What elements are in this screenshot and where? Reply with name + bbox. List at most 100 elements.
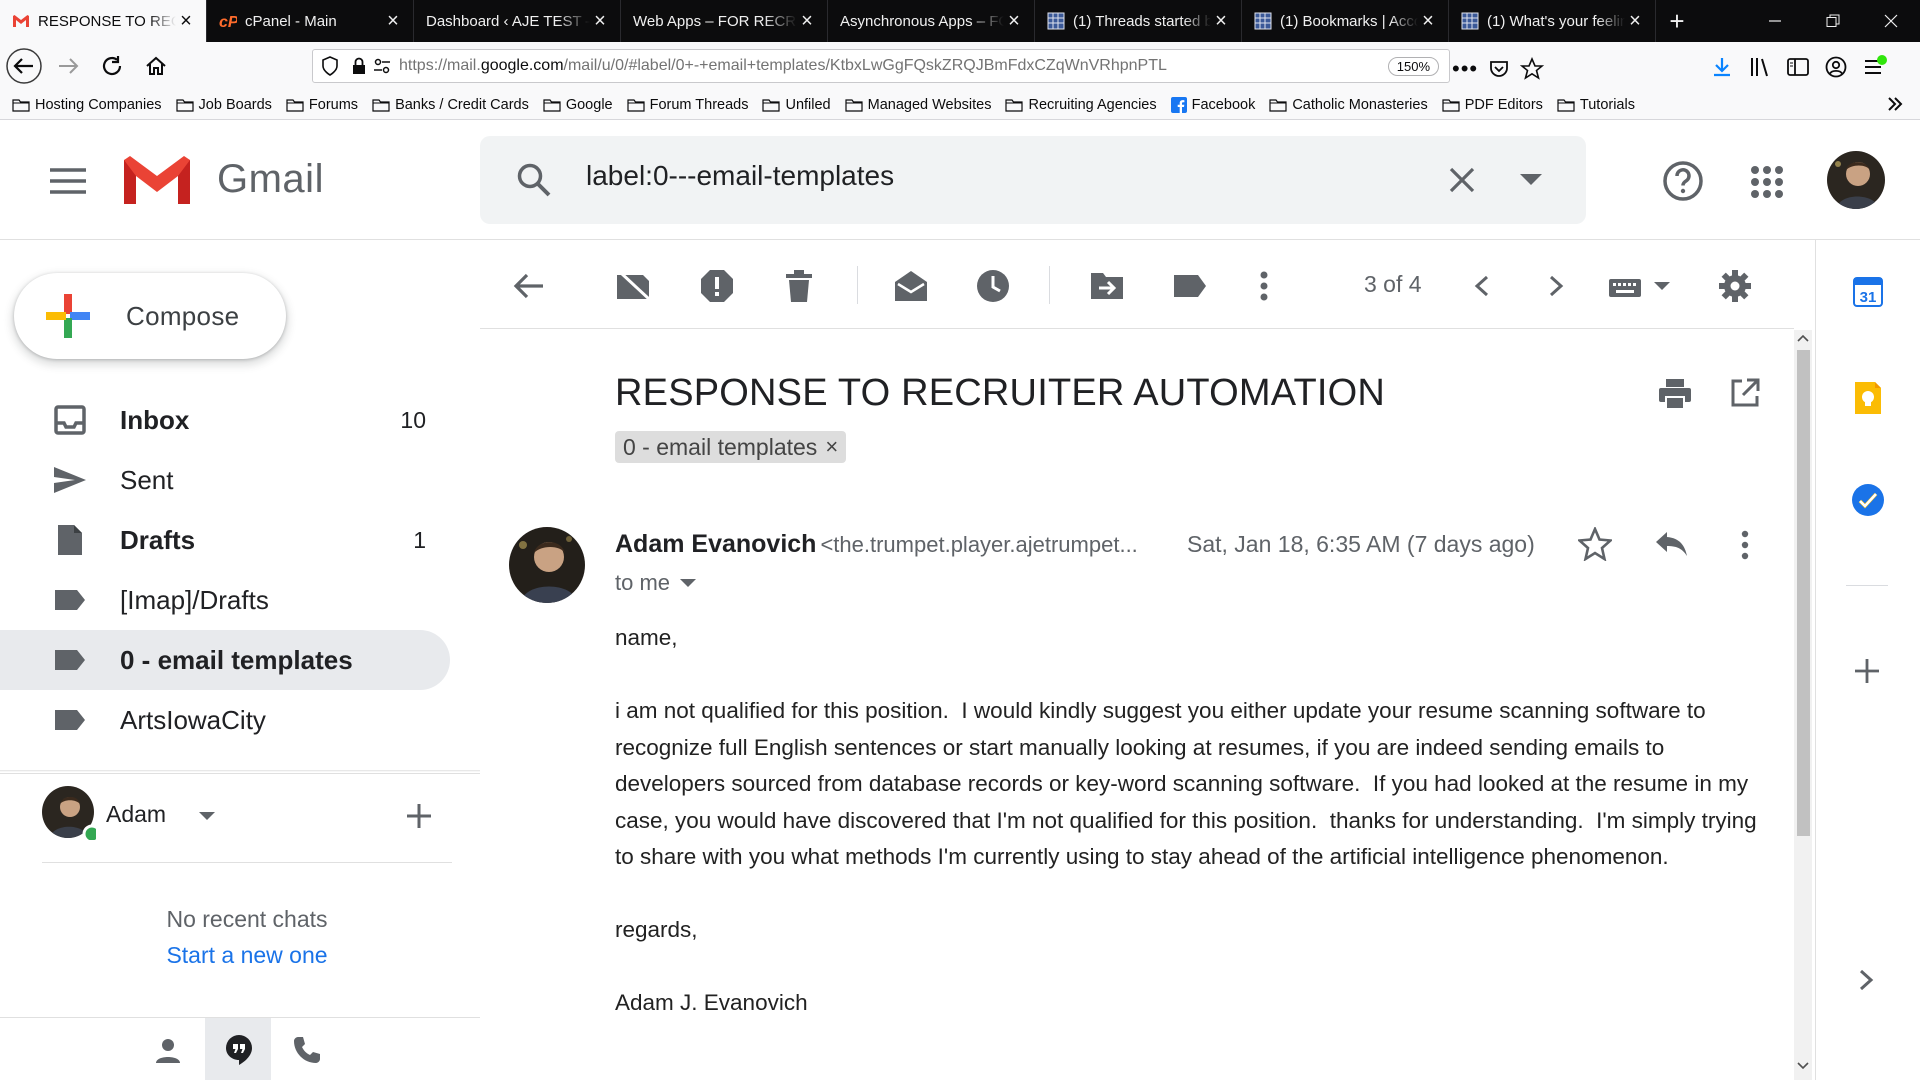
bookmarks-overflow-icon[interactable] [1885,94,1905,114]
more-options-icon[interactable] [1244,266,1284,306]
browser-tab[interactable]: (1) Threads started by me× [1035,0,1242,42]
search-icon[interactable] [516,162,552,198]
permissions-icon[interactable] [373,57,391,75]
zoom-indicator[interactable]: 150% [1387,56,1439,76]
sender-name[interactable]: Adam Evanovich [615,530,816,558]
star-icon[interactable] [1578,527,1612,561]
phone-icon[interactable] [292,1035,322,1065]
bookmark-item[interactable]: Recruiting Agencies [1005,97,1157,113]
sidebar-item[interactable]: [Imap]/Drafts [0,570,450,630]
url-bar[interactable]: https://mail.google.com/mail/u/0/#label/… [312,49,1450,83]
apps-grid-icon[interactable] [1750,165,1784,199]
browser-tab[interactable]: Asynchronous Apps – FOR RECRUITERS× [828,0,1035,42]
close-tab-icon[interactable]: × [1625,11,1645,31]
search-input[interactable]: label:0---email-templates [586,160,894,192]
compose-button[interactable]: Compose [14,273,286,359]
label-chip[interactable]: 0 - email templates × [615,431,847,463]
bookmark-item[interactable]: Google [543,97,613,113]
new-tab-button[interactable]: + [1656,0,1698,42]
close-tab-icon[interactable]: × [383,11,403,31]
start-new-chat-link[interactable]: Start a new one [0,942,494,969]
chat-user-avatar[interactable] [42,786,96,840]
contacts-icon[interactable] [154,1036,182,1064]
browser-tab[interactable]: Web Apps – FOR RECRUITERS× [621,0,828,42]
bookmark-item[interactable]: Tutorials [1557,97,1635,113]
reply-icon[interactable] [1654,530,1688,558]
browser-tab[interactable]: Dashboard ‹ AJE TEST — WordPress× [414,0,621,42]
reload-button[interactable] [92,46,132,86]
help-icon[interactable] [1662,160,1704,202]
search-box[interactable]: label:0---email-templates [480,136,1586,224]
browser-tab[interactable]: (1) What's your feeling × [1449,0,1656,42]
recipients-toggle[interactable]: to me [615,570,697,596]
sender-avatar[interactable] [509,527,585,603]
print-icon[interactable] [1658,378,1692,410]
download-icon[interactable] [1710,55,1734,79]
restore-button[interactable] [1804,0,1862,42]
delete-icon[interactable] [779,266,819,306]
browser-tab[interactable]: cP cPanel - Main × [207,0,414,42]
close-tab-icon[interactable]: × [1211,11,1231,31]
close-tab-icon[interactable]: × [1418,11,1438,31]
close-tab-icon[interactable]: × [797,11,817,31]
report-spam-icon[interactable] [697,266,737,306]
scrollbar-thumb[interactable] [1797,350,1810,836]
bookmark-item[interactable]: Banks / Credit Cards [372,97,529,113]
recipients-dropdown-icon[interactable] [680,578,697,588]
chat-status-dropdown-icon[interactable] [199,812,215,821]
account-icon[interactable] [1824,55,1848,79]
calendar-icon[interactable]: 31 [1853,275,1883,307]
scroll-up-icon[interactable] [1797,334,1809,342]
more-actions-icon[interactable]: ••• [1452,56,1478,82]
close-window-button[interactable] [1862,0,1920,42]
remove-label-icon[interactable]: × [825,434,838,460]
mark-unread-icon[interactable] [891,266,931,306]
shield-icon[interactable] [321,56,339,76]
newer-message-icon[interactable] [1462,266,1502,306]
clear-search-icon[interactable] [1448,166,1476,194]
labels-icon[interactable] [1170,266,1210,306]
url-text[interactable]: https://mail.google.com/mail/u/0/#label/… [399,57,1388,75]
move-to-icon[interactable] [1087,266,1127,306]
bookmark-item[interactable]: Hosting Companies [12,97,162,113]
forward-button[interactable] [48,46,88,86]
bookmark-item[interactable]: Job Boards [175,97,272,113]
get-addons-plus-icon[interactable] [1854,658,1880,684]
message-more-icon[interactable] [1740,530,1750,560]
back-to-list-icon[interactable] [509,266,549,306]
tasks-icon[interactable] [1851,483,1885,517]
close-tab-icon[interactable]: × [176,11,196,31]
library-icon[interactable] [1748,55,1772,79]
sidebar-item[interactable]: Sent [0,450,450,510]
search-options-icon[interactable] [1520,174,1542,186]
older-message-icon[interactable] [1536,266,1576,306]
input-tools-icon[interactable] [1608,278,1642,298]
expand-panel-icon[interactable] [1858,969,1874,991]
home-button[interactable] [136,46,176,86]
new-chat-plus-icon[interactable] [406,803,432,829]
browser-tab[interactable]: (1) Bookmarks | Account× [1242,0,1449,42]
back-button[interactable] [4,46,44,86]
snooze-icon[interactable] [973,266,1013,306]
sidebar-item[interactable]: Inbox 10 [0,390,450,450]
close-tab-icon[interactable]: × [590,11,610,31]
browser-tab[interactable]: RESPONSE TO RECRUITER AUTOMATION× [0,0,207,42]
bookmark-item[interactable]: Unfiled [762,97,831,113]
main-menu-icon[interactable] [46,164,90,198]
bookmark-item[interactable]: Forum Threads [627,97,748,113]
bookmark-item[interactable]: Forums [286,97,358,113]
bookmark-item[interactable]: Catholic Monasteries [1269,97,1428,113]
hangouts-icon[interactable] [224,1034,254,1066]
archive-icon[interactable] [613,266,653,306]
input-tools-dropdown-icon[interactable] [1654,282,1670,291]
gmail-logo-icon[interactable] [120,152,194,208]
chat-user-name[interactable]: Adam [106,801,166,828]
sidebar-item[interactable]: ArtsIowaCity [0,690,450,750]
bookmark-item[interactable]: Managed Websites [845,97,991,113]
open-new-window-icon[interactable] [1730,378,1760,408]
bookmark-star-icon[interactable] [1520,57,1545,81]
sidebar-toggle-icon[interactable] [1786,55,1810,79]
scroll-down-icon[interactable] [1797,1062,1809,1070]
lock-icon[interactable] [351,57,367,75]
bookmark-item[interactable]: PDF Editors [1442,97,1543,113]
